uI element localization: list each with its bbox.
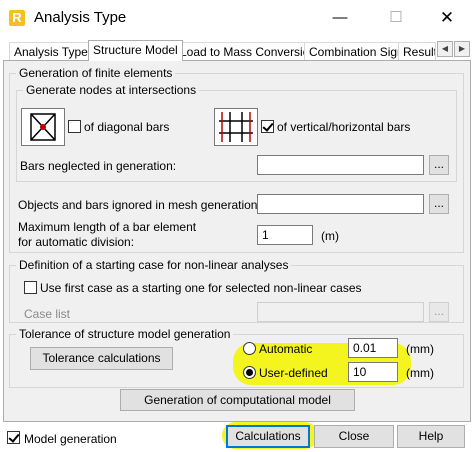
automatic-tolerance-input[interactable]: 0.01 <box>348 338 398 358</box>
max-length-unit: (m) <box>321 229 339 243</box>
minimize-button[interactable]: — <box>325 6 355 30</box>
close-window-button[interactable]: ✕ <box>432 6 462 30</box>
tab-analysis-types[interactable]: Analysis Types <box>9 42 99 60</box>
case-list-browse-button[interactable]: ... <box>429 302 449 322</box>
grid-bars-icon <box>214 108 258 146</box>
user-defined-tolerance-unit: (mm) <box>406 366 434 380</box>
vertical-horizontal-bars-checkbox[interactable] <box>261 120 274 133</box>
tab-scroll-right-button[interactable]: ▶ <box>454 41 470 57</box>
tab-load-to-mass-conversion[interactable]: Load to Mass Conversion <box>175 42 322 60</box>
close-button[interactable]: Close <box>314 425 394 448</box>
help-button[interactable]: Help <box>397 425 465 448</box>
user-defined-radio[interactable] <box>243 366 256 379</box>
case-list-label: Case list <box>24 307 71 321</box>
bars-neglected-label: Bars neglected in generation: <box>20 159 177 173</box>
title-bar: R Analysis Type — ☐ ✕ <box>0 0 474 36</box>
max-length-input[interactable]: 1 <box>257 225 313 245</box>
model-generation-checkbox[interactable] <box>7 431 20 444</box>
bars-neglected-browse-button[interactable]: ... <box>429 155 449 175</box>
objects-ignored-input[interactable] <box>257 194 424 214</box>
diagonal-bars-label: of diagonal bars <box>84 120 170 134</box>
tab-result[interactable]: Result <box>398 42 436 60</box>
tab-scroll-left-button[interactable]: ◀ <box>437 41 453 57</box>
max-length-label-line2: for automatic division: <box>18 235 135 249</box>
user-defined-tolerance-input[interactable]: 10 <box>348 362 398 382</box>
nodes-group-title: Generate nodes at intersections <box>23 83 200 97</box>
case-list-input[interactable] <box>257 302 424 322</box>
model-generation-label: Model generation <box>24 432 117 446</box>
automatic-tolerance-unit: (mm) <box>406 342 434 356</box>
diagonal-bars-icon <box>21 108 65 146</box>
diagonal-bars-checkbox[interactable] <box>68 120 81 133</box>
user-defined-label: User-defined <box>259 366 328 380</box>
generate-computational-model-button[interactable]: Generation of computational model <box>120 389 355 411</box>
maximize-button[interactable]: ☐ <box>381 6 411 30</box>
max-length-label-line1: Maximum length of a bar element <box>18 220 197 234</box>
use-first-case-checkbox[interactable] <box>24 281 37 294</box>
tab-combination-sign[interactable]: Combination Sign <box>304 42 409 60</box>
app-logo-icon: R <box>9 10 25 26</box>
tolerance-group-title: Tolerance of structure model generation <box>16 327 234 341</box>
use-first-case-label: Use first case as a starting one for sel… <box>40 281 362 295</box>
generation-group-title: Generation of finite elements <box>16 66 176 80</box>
tab-structure-model[interactable]: Structure Model <box>88 40 183 61</box>
nonlinear-group-title: Definition of a starting case for non-li… <box>16 258 292 272</box>
automatic-label: Automatic <box>259 342 313 356</box>
objects-ignored-browse-button[interactable]: ... <box>429 194 449 214</box>
vertical-horizontal-bars-label: of vertical/horizontal bars <box>277 120 411 134</box>
tab-strip: Analysis Types Structure Model Load to M… <box>0 40 474 61</box>
automatic-radio[interactable] <box>243 342 256 355</box>
window-title: Analysis Type <box>34 9 127 26</box>
tolerance-calculations-button[interactable]: Tolerance calculations <box>30 347 173 370</box>
bars-neglected-input[interactable] <box>257 155 424 175</box>
objects-ignored-label: Objects and bars ignored in mesh generat… <box>18 198 261 212</box>
calculations-button[interactable]: Calculations <box>226 425 310 448</box>
